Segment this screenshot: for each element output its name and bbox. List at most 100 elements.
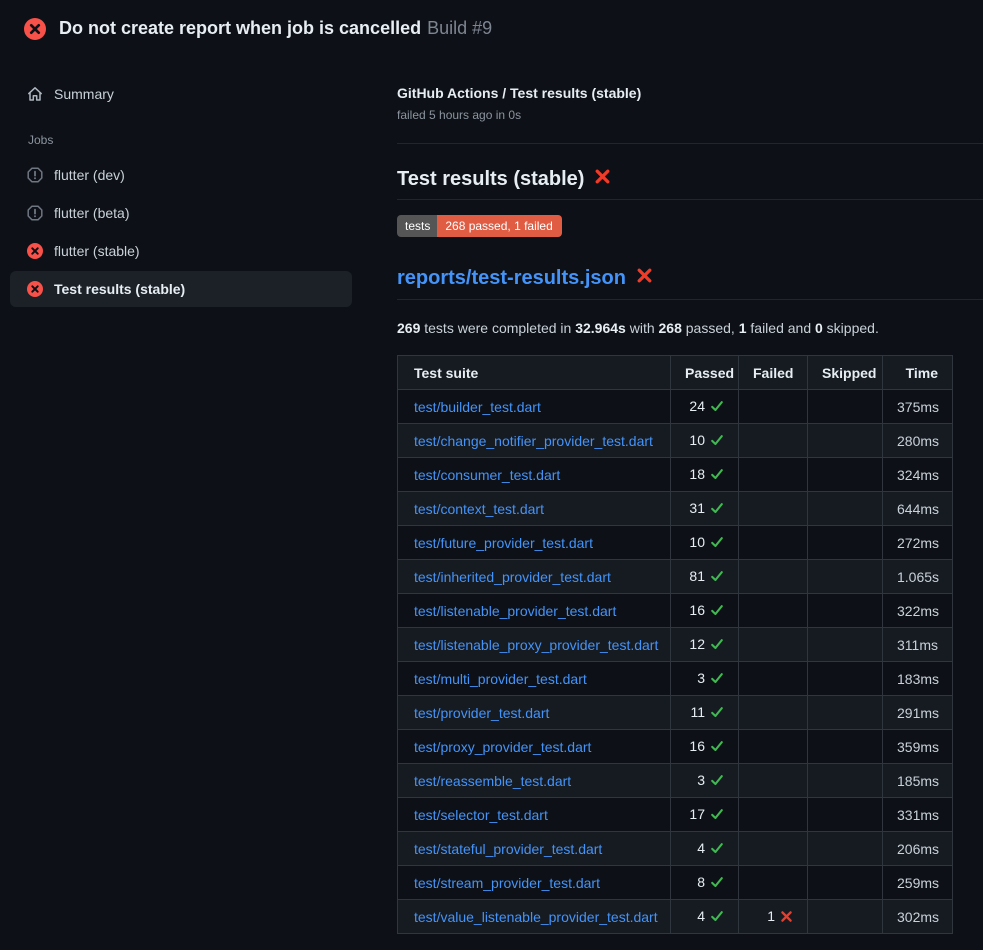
cell-time: 324ms [883, 458, 953, 492]
count-value: 3 [697, 772, 705, 788]
test-suite-link[interactable]: test/value_listenable_provider_test.dart [414, 909, 658, 925]
cell-passed: 12 [671, 628, 739, 662]
sidebar-job-item[interactable]: flutter (dev) [10, 157, 352, 193]
cell-passed: 3 [671, 764, 739, 798]
report-file-link[interactable]: reports/test-results.json [397, 267, 626, 290]
cell-time: 331ms [883, 798, 953, 832]
check-icon [710, 705, 724, 722]
cell-test-suite: test/context_test.dart [398, 492, 671, 526]
test-suite-link[interactable]: test/selector_test.dart [414, 807, 548, 823]
cell-failed [739, 458, 808, 492]
count-value: 24 [689, 398, 705, 414]
test-suite-link[interactable]: test/proxy_provider_test.dart [414, 739, 591, 755]
cell-failed [739, 424, 808, 458]
test-suite-link[interactable]: test/listenable_provider_test.dart [414, 603, 616, 619]
table-row: test/inherited_provider_test.dart81 1.06… [398, 560, 953, 594]
cell-failed [739, 560, 808, 594]
table-row: test/listenable_provider_test.dart 16 322… [398, 594, 953, 628]
column-header-failed: Failed [739, 356, 808, 390]
x-circle-icon [27, 281, 43, 297]
cell-failed [739, 866, 808, 900]
badge-value: 268 passed, 1 failed [437, 215, 561, 237]
cell-test-suite: test/stateful_provider_test.dart [398, 832, 671, 866]
count-value: 16 [689, 602, 705, 618]
cell-skipped [808, 458, 883, 492]
check-icon [710, 603, 724, 617]
cross-mark-icon [636, 267, 653, 284]
job-label: flutter (beta) [54, 205, 129, 221]
cross-mark-icon [594, 168, 611, 185]
cross-mark-icon [594, 168, 611, 191]
check-icon [710, 569, 724, 583]
cell-test-suite: test/change_notifier_provider_test.dart [398, 424, 671, 458]
check-icon [710, 501, 724, 515]
cell-skipped [808, 900, 883, 934]
cell-skipped [808, 526, 883, 560]
test-suite-link[interactable]: test/stream_provider_test.dart [414, 875, 600, 891]
cell-test-suite: test/future_provider_test.dart [398, 526, 671, 560]
test-suite-link[interactable]: test/consumer_test.dart [414, 467, 560, 483]
cell-failed [739, 832, 808, 866]
cell-failed: 1 [739, 900, 808, 934]
count-value: 16 [689, 738, 705, 754]
cell-failed [739, 730, 808, 764]
cell-passed: 4 [671, 832, 739, 866]
test-suite-link[interactable]: test/context_test.dart [414, 501, 544, 517]
check-icon [710, 433, 724, 447]
sidebar-item-summary[interactable]: Summary [10, 77, 370, 111]
check-icon [710, 671, 724, 688]
jobs-section-label: Jobs [0, 133, 380, 147]
job-label: flutter (stable) [54, 243, 140, 259]
test-suite-link[interactable]: test/multi_provider_test.dart [414, 671, 587, 687]
x-circle-icon [24, 18, 46, 40]
count-value: 10 [689, 432, 705, 448]
check-icon [710, 671, 724, 685]
check-icon [710, 399, 724, 413]
cell-passed: 10 [671, 526, 739, 560]
check-icon [710, 909, 724, 926]
cell-time: 322ms [883, 594, 953, 628]
page-title: Do not create report when job is cancell… [59, 18, 492, 39]
test-suite-link[interactable]: test/stateful_provider_test.dart [414, 841, 602, 857]
sidebar-job-item[interactable]: flutter (stable) [10, 233, 352, 269]
cell-skipped [808, 628, 883, 662]
test-suite-link[interactable]: test/inherited_provider_test.dart [414, 569, 611, 585]
cell-passed: 16 [671, 594, 739, 628]
job-label: Test results (stable) [54, 281, 185, 297]
cell-failed [739, 526, 808, 560]
test-suite-link[interactable]: test/listenable_proxy_provider_test.dart [414, 637, 658, 653]
column-header-time: Time [883, 356, 953, 390]
jobs-list: flutter (dev) flutter (beta) flutter (st… [0, 157, 380, 307]
cell-skipped [808, 390, 883, 424]
count-value: 3 [697, 670, 705, 686]
cell-passed: 17 [671, 798, 739, 832]
check-icon [710, 773, 724, 790]
test-suite-link[interactable]: test/future_provider_test.dart [414, 535, 593, 551]
cross-mark-icon [780, 910, 793, 923]
count-value: 11 [690, 704, 705, 720]
check-icon [710, 909, 724, 923]
test-suite-link[interactable]: test/builder_test.dart [414, 399, 541, 415]
section-title: Test results (stable) [397, 168, 584, 191]
summary-text: with [626, 320, 659, 336]
table-row: test/builder_test.dart24 375ms [398, 390, 953, 424]
cell-test-suite: test/listenable_proxy_provider_test.dart [398, 628, 671, 662]
job-label: flutter (dev) [54, 167, 125, 183]
home-icon [27, 86, 43, 102]
count-value: 17 [689, 806, 705, 822]
sidebar-job-item[interactable]: Test results (stable) [10, 271, 352, 307]
run-main-content: GitHub Actions / Test results (stable) f… [380, 57, 983, 934]
sidebar-job-item[interactable]: flutter (beta) [10, 195, 352, 231]
test-suite-link[interactable]: test/change_notifier_provider_test.dart [414, 433, 653, 449]
check-icon [710, 841, 724, 855]
table-row: test/listenable_proxy_provider_test.dart… [398, 628, 953, 662]
cell-test-suite: test/consumer_test.dart [398, 458, 671, 492]
check-icon [710, 433, 724, 450]
test-suite-link[interactable]: test/provider_test.dart [414, 705, 549, 721]
run-sidebar: Summary Jobs flutter (dev) flutter (beta… [0, 57, 380, 309]
cell-time: 183ms [883, 662, 953, 696]
test-suite-link[interactable]: test/reassemble_test.dart [414, 773, 571, 789]
workflow-run-page: Do not create report when job is cancell… [0, 0, 983, 934]
summary-text: passed, [682, 320, 739, 336]
check-icon [710, 637, 724, 651]
